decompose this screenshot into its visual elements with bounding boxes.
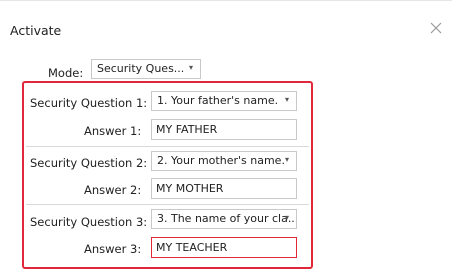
chevron-down-icon: ▾ <box>284 155 289 164</box>
answer-1-input[interactable] <box>151 119 297 140</box>
security-question-2-label: Security Question 2: <box>30 156 148 170</box>
security-question-1-label: Security Question 1: <box>30 96 148 110</box>
answer-2-input[interactable] <box>151 178 297 199</box>
security-question-3-select[interactable]: 3. The name of your cla... ▾ <box>151 209 297 229</box>
security-question-2-select[interactable]: 2. Your mother's name. ▾ <box>151 151 297 171</box>
activate-dialog: Activate Mode: Security Ques... ▾ Securi… <box>0 0 452 279</box>
chevron-down-icon: ▾ <box>284 213 289 222</box>
close-icon[interactable] <box>429 21 445 37</box>
security-question-2-value: 2. Your mother's name. <box>157 154 285 167</box>
dialog-title: Activate <box>10 23 62 38</box>
security-question-1-value: 1. Your father's name. <box>157 94 279 107</box>
chevron-down-icon: ▾ <box>284 95 289 104</box>
chevron-down-icon: ▾ <box>188 63 193 72</box>
mode-label: Mode: <box>48 66 84 80</box>
answer-3-input[interactable] <box>151 237 297 258</box>
mode-select-value: Security Ques... <box>97 62 185 75</box>
security-question-3-value: 3. The name of your cla... <box>157 212 297 225</box>
security-question-1-select[interactable]: 1. Your father's name. ▾ <box>151 91 297 111</box>
answer-1-label: Answer 1: <box>84 124 142 138</box>
divider <box>26 146 309 147</box>
security-question-3-label: Security Question 3: <box>30 215 148 229</box>
answer-3-label: Answer 3: <box>84 242 142 256</box>
answer-2-label: Answer 2: <box>84 183 142 197</box>
mode-select[interactable]: Security Ques... ▾ <box>91 59 201 79</box>
divider <box>26 204 309 205</box>
